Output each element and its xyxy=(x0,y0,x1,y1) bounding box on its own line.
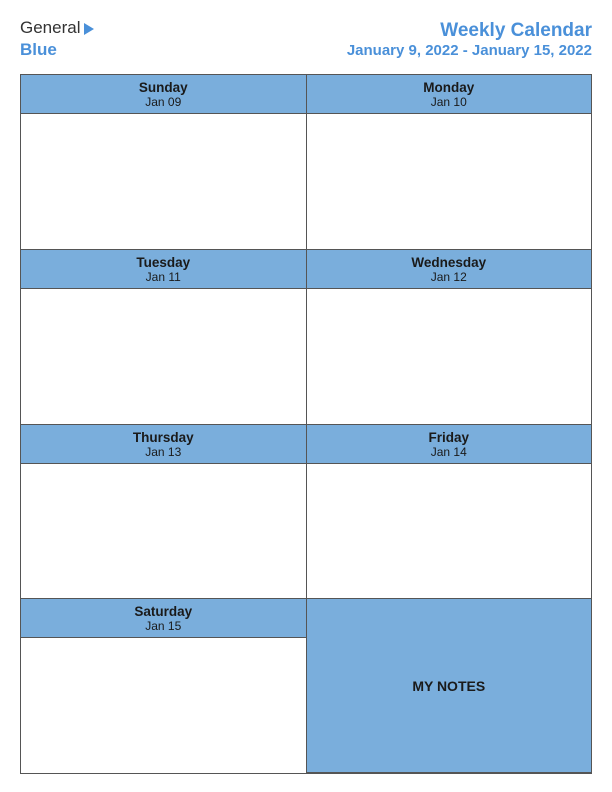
cell-monday-header: Monday Jan 10 xyxy=(307,75,592,114)
cell-sunday: Sunday Jan 09 xyxy=(21,75,307,249)
tuesday-date: Jan 11 xyxy=(25,270,302,284)
monday-body xyxy=(307,114,592,249)
cell-tuesday: Tuesday Jan 11 xyxy=(21,250,307,424)
cell-saturday: Saturday Jan 15 xyxy=(21,599,307,773)
cell-wednesday: Wednesday Jan 12 xyxy=(307,250,592,424)
calendar-row-2: Tuesday Jan 11 Wednesday Jan 12 xyxy=(21,250,591,425)
date-range: January 9, 2022 - January 15, 2022 xyxy=(347,42,592,59)
saturday-date: Jan 15 xyxy=(25,619,302,633)
calendar-title: Weekly Calendar xyxy=(347,20,592,42)
cell-friday-header: Friday Jan 14 xyxy=(307,425,592,464)
saturday-label: Saturday xyxy=(25,604,302,619)
sunday-body xyxy=(21,114,306,249)
wednesday-body xyxy=(307,289,592,424)
logo-general: General xyxy=(20,18,80,38)
cell-tuesday-header: Tuesday Jan 11 xyxy=(21,250,306,289)
sunday-label: Sunday xyxy=(25,80,302,95)
thursday-label: Thursday xyxy=(25,430,302,445)
cell-sunday-header: Sunday Jan 09 xyxy=(21,75,306,114)
cell-thursday: Thursday Jan 13 xyxy=(21,425,307,599)
cell-friday: Friday Jan 14 xyxy=(307,425,592,599)
friday-label: Friday xyxy=(311,430,588,445)
calendar-row-4: Saturday Jan 15 MY NOTES xyxy=(21,599,591,773)
logo-triangle-icon xyxy=(84,23,94,35)
logo-blue: Blue xyxy=(20,40,57,60)
monday-date: Jan 10 xyxy=(311,95,588,109)
calendar-row-1: Sunday Jan 09 Monday Jan 10 xyxy=(21,75,591,250)
tuesday-label: Tuesday xyxy=(25,255,302,270)
thursday-body xyxy=(21,464,306,599)
calendar-row-3: Thursday Jan 13 Friday Jan 14 xyxy=(21,425,591,600)
monday-label: Monday xyxy=(311,80,588,95)
cell-monday: Monday Jan 10 xyxy=(307,75,592,249)
cell-my-notes: MY NOTES xyxy=(307,599,592,773)
friday-date: Jan 14 xyxy=(311,445,588,459)
saturday-body xyxy=(21,638,306,773)
wednesday-date: Jan 12 xyxy=(311,270,588,284)
cell-thursday-header: Thursday Jan 13 xyxy=(21,425,306,464)
logo: GeneralBlue xyxy=(20,18,94,60)
thursday-date: Jan 13 xyxy=(25,445,302,459)
header: GeneralBlue Weekly Calendar January 9, 2… xyxy=(20,18,592,60)
cell-wednesday-header: Wednesday Jan 12 xyxy=(307,250,592,289)
wednesday-label: Wednesday xyxy=(311,255,588,270)
my-notes-label: MY NOTES xyxy=(412,678,485,694)
friday-body xyxy=(307,464,592,599)
tuesday-body xyxy=(21,289,306,424)
cell-saturday-header: Saturday Jan 15 xyxy=(21,599,306,638)
calendar: Sunday Jan 09 Monday Jan 10 Tuesday Jan … xyxy=(20,74,592,774)
page: GeneralBlue Weekly Calendar January 9, 2… xyxy=(0,0,612,792)
header-right: Weekly Calendar January 9, 2022 - Januar… xyxy=(347,20,592,59)
sunday-date: Jan 09 xyxy=(25,95,302,109)
my-notes-header: MY NOTES xyxy=(307,599,592,773)
